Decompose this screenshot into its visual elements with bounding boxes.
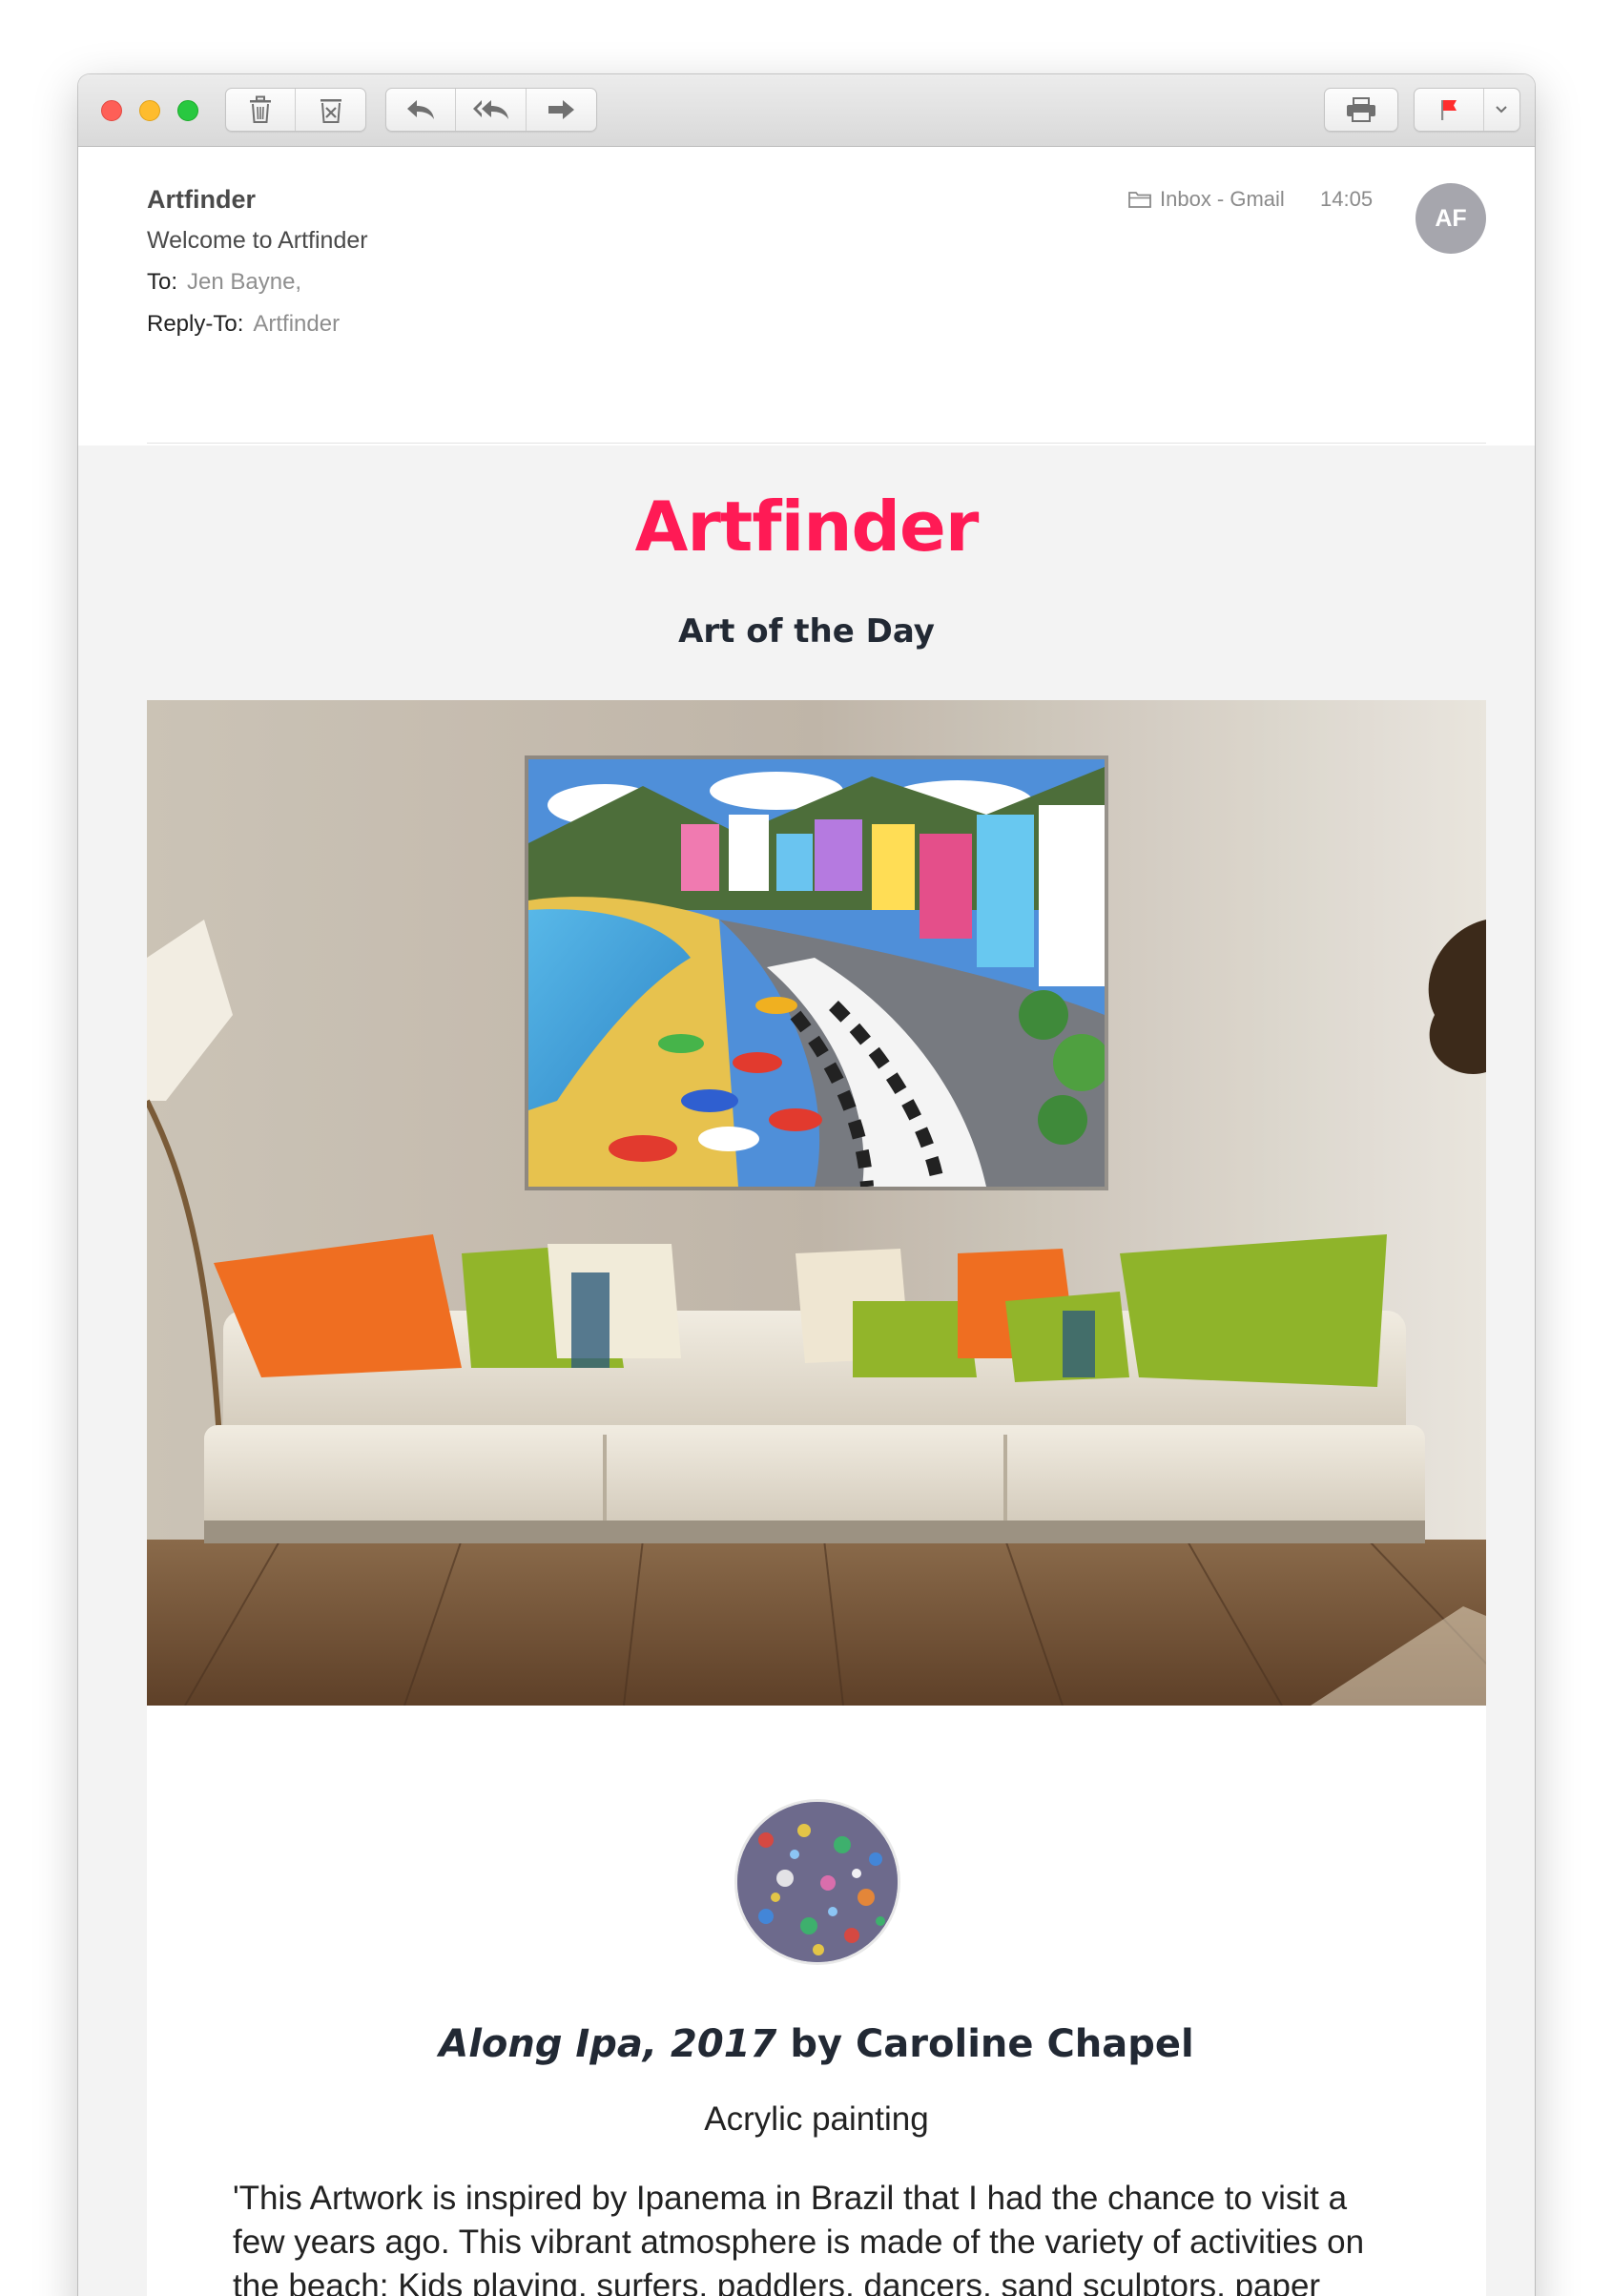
reply-button[interactable]	[386, 89, 457, 131]
artwork-title-line[interactable]: Along Ipa, 2017 by Caroline Chapel	[147, 2022, 1486, 2066]
print-group	[1324, 88, 1398, 132]
mailbox-indicator[interactable]: Inbox - Gmail	[1127, 187, 1285, 212]
delete-group	[225, 88, 366, 132]
toolbar	[78, 74, 1535, 147]
artwork-artist: by Caroline Chapel	[790, 2022, 1194, 2066]
junk-button[interactable]	[296, 89, 365, 131]
close-window-button[interactable]	[101, 100, 122, 121]
artwork-title: Along Ipa, 2017	[439, 2022, 777, 2066]
junk-icon	[320, 99, 341, 123]
sender-avatar: AF	[1416, 183, 1486, 254]
reply-all-icon	[472, 100, 508, 119]
message-subject: Welcome to Artfinder	[147, 227, 368, 254]
print-icon	[1347, 97, 1375, 122]
sender-name: Artfinder	[147, 185, 256, 214]
print-button[interactable]	[1325, 89, 1397, 131]
mailbox-label: Inbox - Gmail	[1160, 187, 1285, 211]
chevron-down-icon	[1496, 106, 1508, 114]
hero-image[interactable]	[147, 700, 1486, 1706]
folder-icon	[1128, 192, 1151, 208]
minimize-window-button[interactable]	[139, 100, 160, 121]
zoom-window-button[interactable]	[177, 100, 198, 121]
reply-to-value[interactable]: Artfinder	[253, 311, 340, 337]
artwork-description: 'This Artwork is inspired by Ipanema in …	[233, 2180, 1365, 2296]
artwork-medium: Acrylic painting	[704, 2100, 929, 2138]
flag-menu-button[interactable]	[1484, 89, 1519, 131]
reply-to-line: Reply-To: Artfinder	[147, 311, 340, 338]
recipient-line: To: Jen Bayne,	[147, 269, 301, 296]
to-label: To:	[147, 269, 178, 295]
brand-logo[interactable]: Artfinder	[78, 486, 1535, 567]
trash-icon	[250, 95, 271, 123]
trash-button[interactable]	[226, 89, 296, 131]
artwork-card: Along Ipa, 2017 by Caroline Chapel Acryl…	[147, 700, 1486, 2296]
header-divider	[147, 443, 1486, 444]
forward-icon	[548, 100, 575, 119]
forward-button[interactable]	[527, 89, 596, 131]
message-time: 14:05	[1320, 187, 1374, 211]
mail-window: Artfinder Welcome to Artfinder To: Jen Ba…	[78, 74, 1535, 2296]
message-header	[78, 147, 1535, 445]
reply-group	[385, 88, 597, 132]
to-value[interactable]: Jen Bayne,	[187, 269, 301, 295]
flag-icon	[1440, 100, 1457, 120]
flag-group	[1414, 88, 1520, 132]
reply-all-button[interactable]	[456, 89, 527, 131]
reply-icon	[407, 100, 435, 119]
email-tagline: Art of the Day	[678, 612, 935, 651]
reply-to-label: Reply-To:	[147, 311, 244, 337]
artist-avatar[interactable]	[734, 1799, 900, 1965]
flag-button[interactable]	[1415, 89, 1484, 131]
